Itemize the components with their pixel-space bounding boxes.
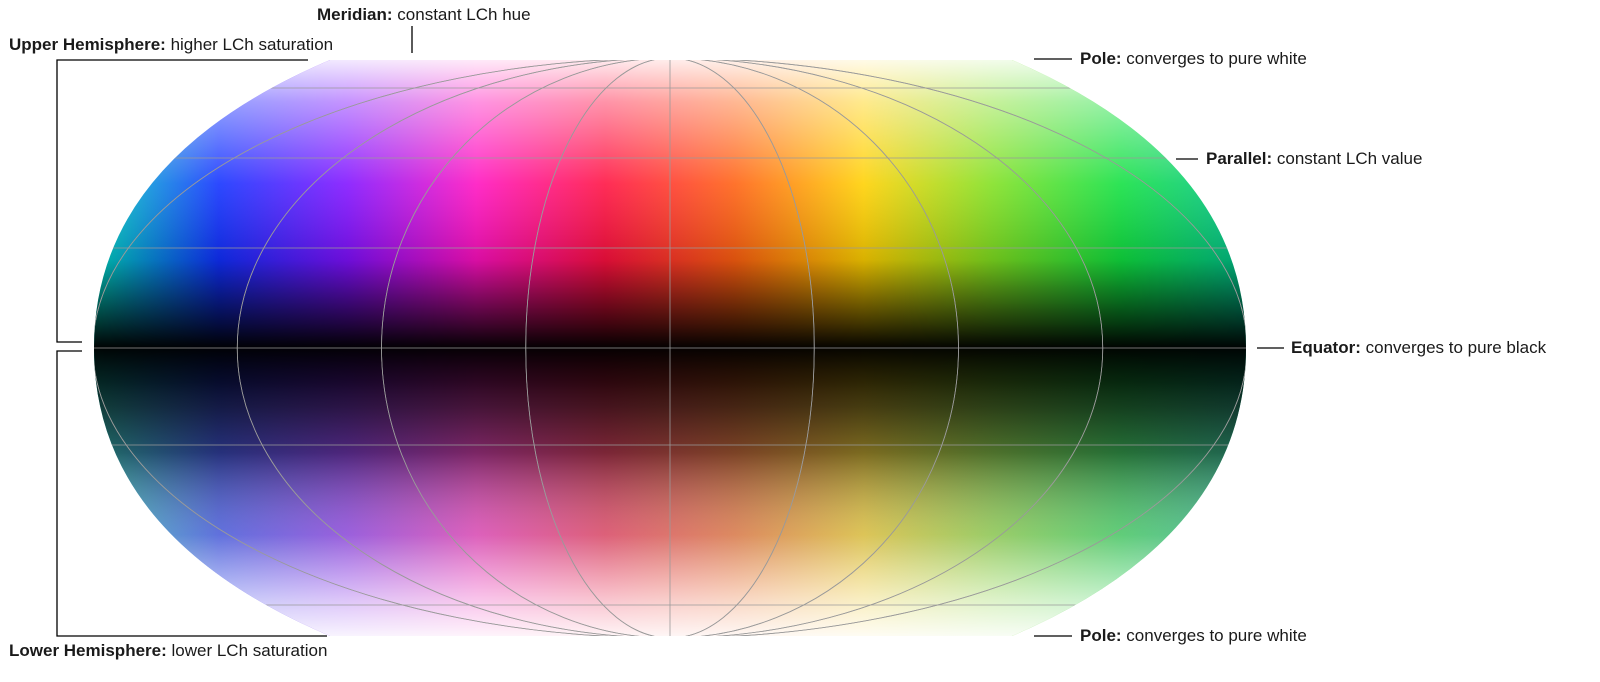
parallel-desc: constant LCh value [1276,149,1423,168]
equator-term: Equator: [1291,338,1361,357]
equator-label: Equator: converges to pure black [1291,338,1546,358]
meridian-term: Meridian: [317,5,393,24]
equator-desc: converges to pure black [1365,338,1547,357]
upper-hemisphere-label: Upper Hemisphere: higher LCh saturation [9,35,333,55]
upper-hemisphere-term: Upper Hemisphere: [9,35,166,54]
upper-hemisphere-desc: higher LCh saturation [170,35,334,54]
globe-surface [94,60,1246,636]
lower-hemisphere-term: Lower Hemisphere: [9,641,167,660]
pole-top-term: Pole: [1080,49,1122,68]
pole-top-label: Pole: converges to pure white [1080,49,1307,69]
parallel-term: Parallel: [1206,149,1273,168]
lower-hemisphere-label: Lower Hemisphere: lower LCh saturation [9,641,327,661]
pole-bottom-term: Pole: [1080,626,1122,645]
lower-hemisphere-desc: lower LCh saturation [171,641,328,660]
meridian-label: Meridian: constant LCh hue [317,5,531,25]
pole-top-desc: converges to pure white [1126,49,1307,68]
pole-bottom-desc: converges to pure white [1126,626,1307,645]
pole-bottom-label: Pole: converges to pure white [1080,626,1307,646]
parallel-label: Parallel: constant LCh value [1206,149,1422,169]
meridian-desc: constant LCh hue [397,5,531,24]
